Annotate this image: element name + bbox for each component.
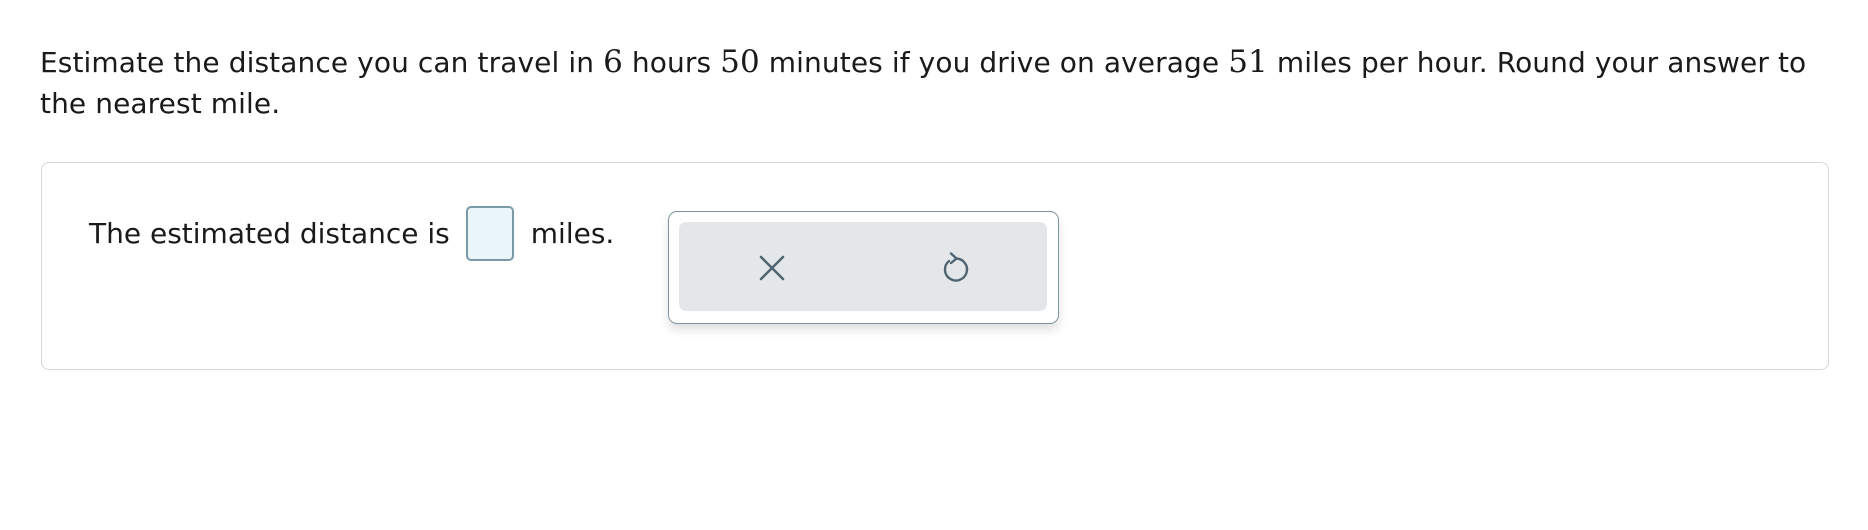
undo-button[interactable]: [937, 250, 973, 286]
undo-icon: [943, 252, 969, 282]
question-part-1: Estimate the distance you can travel in: [40, 46, 604, 79]
question-part-2: hours: [622, 46, 721, 79]
question-part-3: minutes if you drive on average: [759, 46, 1229, 79]
clear-button[interactable]: [754, 250, 790, 286]
x-icon: [759, 255, 785, 281]
answer-panel: The estimated distance is miles.: [41, 162, 1829, 370]
toolbox-inner: [679, 222, 1047, 311]
answer-line: The estimated distance is miles.: [89, 205, 615, 261]
answer-input[interactable]: [465, 205, 514, 261]
answer-toolbox: [668, 211, 1059, 324]
minutes-value: 50: [720, 44, 760, 80]
hours-value: 6: [603, 44, 623, 80]
answer-prefix: The estimated distance is: [89, 216, 450, 250]
answer-suffix: miles.: [530, 216, 615, 250]
speed-value: 51: [1228, 44, 1268, 80]
question-text: Estimate the distance you can travel in …: [40, 42, 1830, 124]
